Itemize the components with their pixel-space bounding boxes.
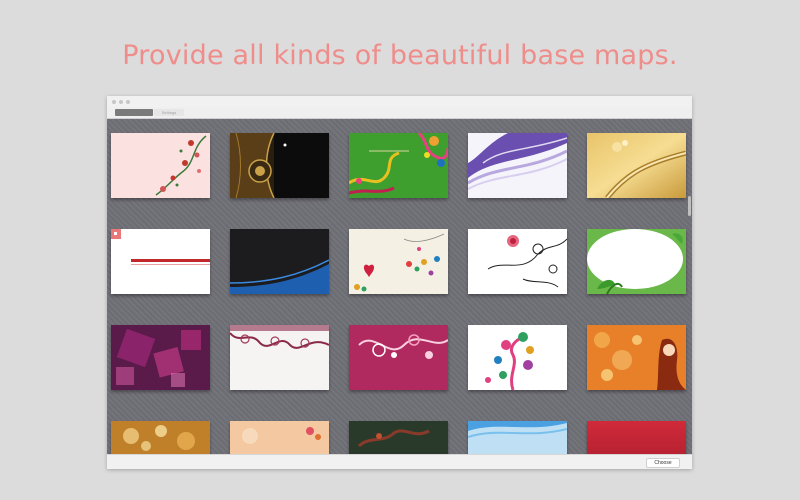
bottom-bar: Choose	[107, 454, 692, 469]
base-map-thumbnail[interactable]	[349, 229, 448, 294]
base-map-thumbnail[interactable]	[230, 133, 329, 198]
orange-bokeh-lady-icon	[587, 325, 686, 390]
tab-settings[interactable]: Settings	[154, 109, 184, 116]
base-map-thumbnail[interactable]	[468, 133, 567, 198]
base-map-gallery	[107, 119, 692, 455]
light-blue-wave-icon	[468, 421, 567, 455]
light-pink-floral-corner-icon	[111, 133, 210, 198]
tab-bar: Builtin Settings	[107, 107, 692, 119]
headline: Provide all kinds of beautiful base maps…	[122, 40, 678, 71]
green-colorful-swirl-icon	[349, 133, 448, 198]
close-window-icon[interactable]	[112, 100, 116, 104]
base-map-thumbnail[interactable]	[468, 229, 567, 294]
base-map-thumbnail[interactable]	[111, 133, 210, 198]
tab-builtin[interactable]: Builtin	[115, 109, 153, 116]
white-sketch-roses-icon	[468, 229, 567, 294]
white-red-line-icon	[111, 229, 210, 294]
base-map-thumbnail[interactable]	[111, 325, 210, 390]
base-map-thumbnail[interactable]	[111, 421, 210, 455]
gold-ribbon-icon	[587, 133, 686, 198]
minimize-window-icon[interactable]	[119, 100, 123, 104]
base-map-thumbnail[interactable]	[587, 133, 686, 198]
purple-wave-icon	[468, 133, 567, 198]
cream-hearts-dots-icon	[349, 229, 448, 294]
vertical-scrollbar[interactable]	[688, 196, 691, 216]
base-map-thumbnail[interactable]	[587, 229, 686, 294]
template-picker-window: Builtin Settings Choose	[107, 96, 692, 469]
base-map-thumbnail[interactable]	[349, 133, 448, 198]
white-green-leaves-icon	[587, 229, 686, 294]
dark-green-splash-icon	[349, 421, 448, 455]
base-map-thumbnail[interactable]	[468, 325, 567, 390]
red-gradient-icon	[587, 421, 686, 455]
base-map-thumbnail[interactable]	[468, 421, 567, 455]
title-bar	[107, 96, 692, 107]
magenta-swirls-icon	[349, 325, 448, 390]
white-colorful-tree-icon	[468, 325, 567, 390]
gold-bokeh-icon	[111, 421, 210, 455]
peach-floral-icon	[230, 421, 329, 455]
white-lace-border-icon	[230, 325, 329, 390]
base-map-thumbnail[interactable]	[230, 421, 329, 455]
base-map-thumbnail[interactable]	[587, 421, 686, 455]
magenta-squares-icon	[111, 325, 210, 390]
black-gold-ornate-icon	[230, 133, 329, 198]
zoom-window-icon[interactable]	[126, 100, 130, 104]
base-map-thumbnail[interactable]	[230, 229, 329, 294]
black-blue-curve-icon	[230, 229, 329, 294]
base-map-thumbnail[interactable]	[111, 229, 210, 294]
base-map-thumbnail[interactable]	[349, 421, 448, 455]
choose-button[interactable]: Choose	[646, 458, 680, 468]
base-map-thumbnail[interactable]	[349, 325, 448, 390]
base-map-thumbnail[interactable]	[587, 325, 686, 390]
base-map-thumbnail[interactable]	[230, 325, 329, 390]
